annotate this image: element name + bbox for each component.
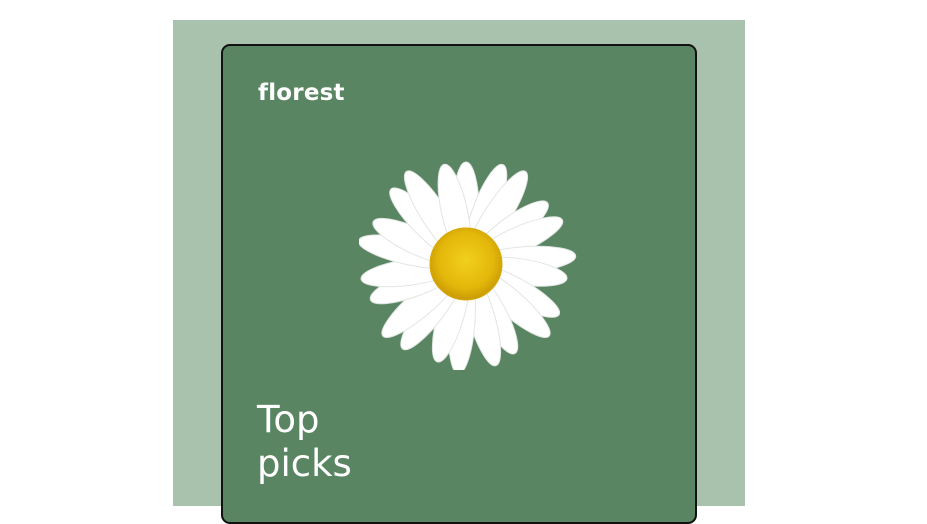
- headline-line-2: picks: [257, 442, 352, 485]
- headline: Top picks: [257, 398, 457, 486]
- brand-logo[interactable]: florest: [258, 80, 345, 106]
- headline-line-1: Top: [257, 398, 320, 441]
- hero-card[interactable]: florest Top picks: [221, 44, 697, 524]
- daisy-flower-icon: [359, 161, 577, 370]
